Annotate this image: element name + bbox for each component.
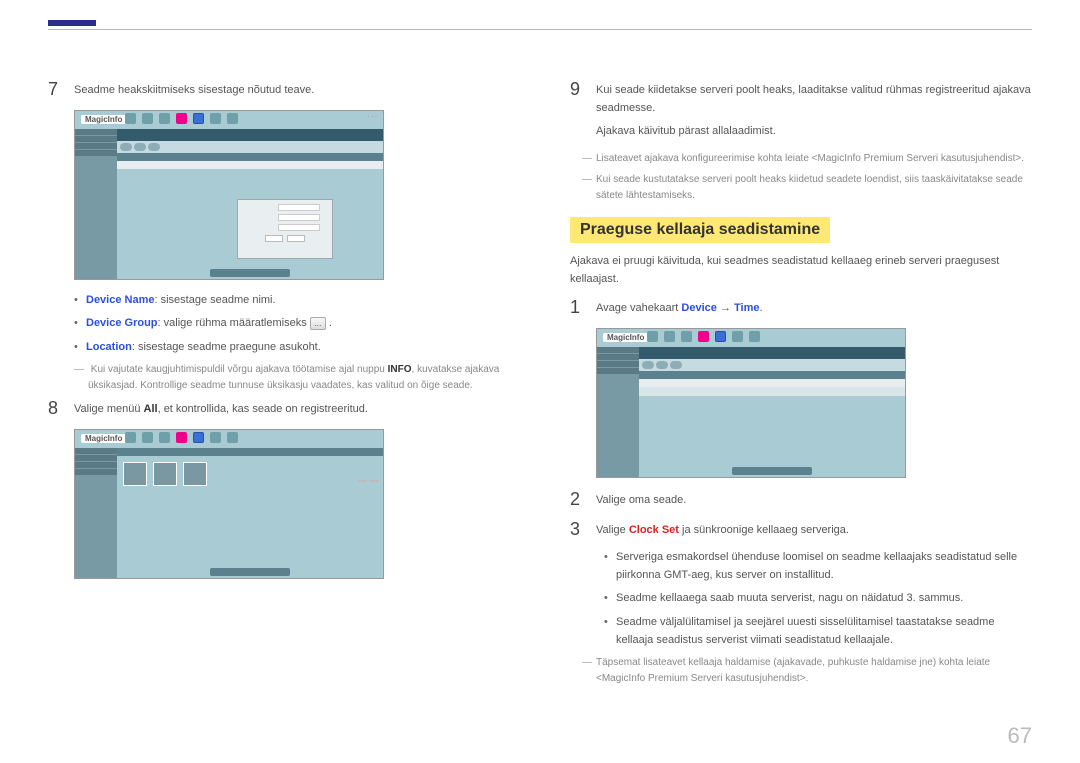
section-heading-clock: Praeguse kellaaja seadistamine	[570, 217, 830, 243]
app-logo: MagicInfo	[603, 333, 648, 342]
step-number: 9	[570, 80, 584, 98]
screenshot-sidebar	[75, 448, 117, 578]
step-number: 8	[48, 399, 62, 417]
page-number: 67	[1008, 723, 1032, 749]
screenshot-approve-device: MagicInfo · · ·	[74, 110, 384, 280]
note-delete-device: Kui seade kustutatakse serveri poolt hea…	[582, 172, 1032, 203]
step-text: Avage vahekaart Device → Time.	[596, 298, 1032, 318]
term-device-group: Device Group	[86, 317, 158, 329]
section-intro: Ajakava ei pruugi käivituda, kui seadmes…	[570, 253, 1032, 288]
device-fields-list: Device Name: sisestage seadme nimi. Devi…	[74, 292, 510, 357]
screenshot-all-menu: MagicInfo	[74, 429, 384, 579]
substep-2: 2 Valige oma seade.	[570, 490, 1032, 510]
screenshot-main	[639, 347, 905, 477]
header-rule	[48, 29, 1032, 30]
term-clock-set: Clock Set	[629, 524, 679, 536]
top-icon-row	[125, 113, 238, 124]
term-device-name: Device Name	[86, 294, 155, 306]
screenshot-sidebar	[75, 129, 117, 279]
clock-note-1: Serveriga esmakordsel ühenduse loomisel …	[604, 549, 1032, 584]
screenshot-device-time: MagicInfo	[596, 328, 906, 478]
two-column-layout: 7 Seadme heakskiitmiseks sisestage nõutu…	[48, 80, 1032, 692]
clock-notes-list: Serveriga esmakordsel ühenduse loomisel …	[604, 549, 1032, 649]
note-config-guide: Lisateavet ajakava konfigureerimise koht…	[582, 151, 1032, 167]
note-info-button: Kui vajutate kaugjuhtimispuldil võrgu aj…	[74, 362, 510, 393]
right-column: 9 Kui seade kiidetakse serveri poolt hea…	[570, 80, 1032, 692]
step-8: 8 Valige menüü All, et kontrollida, kas …	[48, 399, 510, 419]
step-number: 1	[570, 298, 584, 316]
app-logo: MagicInfo	[81, 434, 126, 443]
screenshot-sidebar	[597, 347, 639, 477]
substep-1: 1 Avage vahekaart Device → Time.	[570, 298, 1032, 318]
left-column: 7 Seadme heakskiitmiseks sisestage nõutu…	[48, 80, 510, 692]
step-text: Valige Clock Set ja sünkroonige kellaaeg…	[596, 520, 1032, 540]
clock-note-2: Seadme kellaaega saab muuta serverist, n…	[604, 590, 1032, 608]
substep-3: 3 Valige Clock Set ja sünkroonige kellaa…	[570, 520, 1032, 540]
step-9: 9 Kui seade kiidetakse serveri poolt hea…	[570, 80, 1032, 141]
bullet-device-group: Device Group: valige rühma määratlemisek…	[74, 315, 510, 333]
bullet-device-name: Device Name: sisestage seadme nimi.	[74, 292, 510, 310]
clock-note-3: Seadme väljalülitamisel ja seejärel uues…	[604, 614, 1032, 649]
app-logo: MagicInfo	[81, 115, 126, 124]
top-icon-row	[125, 432, 238, 443]
header-accent	[48, 20, 96, 26]
step-text: Valige menüü All, et kontrollida, kas se…	[74, 399, 510, 419]
term-location: Location	[86, 341, 132, 353]
step-text: Seadme heakskiitmiseks sisestage nõutud …	[74, 80, 510, 100]
step-number: 3	[570, 520, 584, 538]
thumbnail-row	[117, 456, 383, 492]
step-text: Kui seade kiidetakse serveri poolt heaks…	[596, 80, 1032, 141]
screenshot-main	[117, 129, 383, 279]
step-number: 7	[48, 80, 62, 98]
step-text: Valige oma seade.	[596, 490, 1032, 510]
bullet-location: Location: sisestage seadme praegune asuk…	[74, 339, 510, 357]
approval-dialog	[237, 199, 333, 259]
step-number: 2	[570, 490, 584, 508]
top-right-links: · · ·	[368, 114, 377, 120]
screenshot-main	[117, 448, 383, 578]
ellipsis-button-icon: …	[310, 317, 326, 330]
step-7: 7 Seadme heakskiitmiseks sisestage nõutu…	[48, 80, 510, 100]
note-time-mgmt-guide: Täpsemat lisateavet kellaaja haldamise (…	[582, 655, 1032, 686]
top-icon-row	[647, 331, 760, 342]
